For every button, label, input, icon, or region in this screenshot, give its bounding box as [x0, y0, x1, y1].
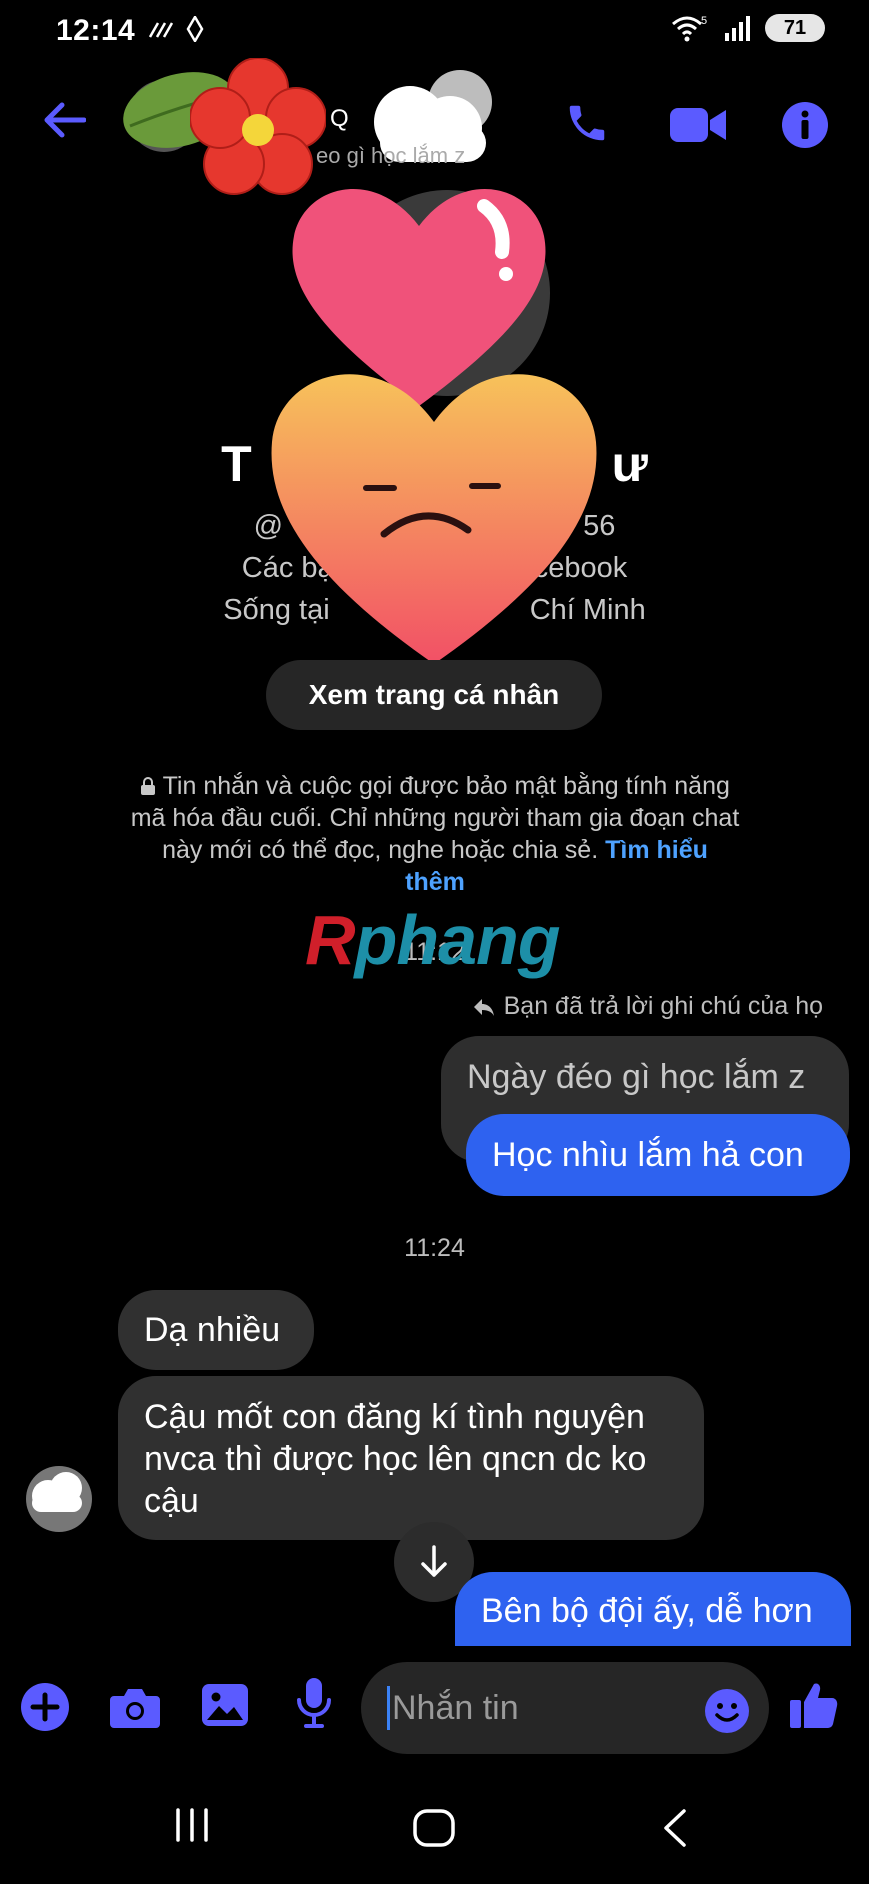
gallery-button[interactable] — [202, 1684, 248, 1731]
message-input-placeholder: Nhắn tin — [392, 1688, 519, 1727]
battery-level: 71 — [783, 16, 807, 39]
back-button[interactable] — [42, 100, 87, 145]
video-icon — [670, 108, 726, 142]
emoji-icon — [705, 1689, 749, 1733]
watermark: Rphang — [305, 901, 561, 979]
back-arrow-icon — [44, 102, 87, 138]
reply-note-text: Bạn đã trả lời ghi chú của họ — [503, 992, 823, 1020]
thumbs-up-icon — [790, 1683, 838, 1728]
nfc-icon — [186, 16, 204, 42]
encryption-notice: Tin nhắn và cuộc gọi được bảo mật bằng t… — [130, 770, 740, 898]
reply-note: Bạn đã trả lời ghi chú của họ — [472, 992, 823, 1021]
camera-icon — [110, 1689, 160, 1728]
profile-name-right: ư — [611, 436, 648, 492]
timestamp-2: 11:24 — [404, 1234, 465, 1262]
mic-icon — [297, 1678, 331, 1728]
like-button[interactable] — [790, 1680, 838, 1735]
recent-apps-button[interactable] — [172, 1808, 212, 1847]
data-activity-icon — [148, 22, 174, 38]
status-left-icons — [148, 16, 204, 42]
info-icon — [782, 102, 828, 148]
lock-icon — [141, 777, 156, 795]
signal-icon — [725, 16, 750, 41]
arrow-down-icon — [421, 1545, 447, 1577]
outgoing-message-2[interactable]: Bên bộ đội ấy, dễ hơn — [455, 1572, 851, 1646]
sad-heart-sticker — [271, 374, 597, 664]
emoji-button[interactable] — [704, 1688, 750, 1739]
phone-icon — [569, 105, 605, 141]
wifi-icon: 5 — [672, 15, 707, 42]
svg-text:5: 5 — [701, 15, 707, 27]
video-call-button[interactable] — [670, 106, 726, 149]
battery-indicator: 71 — [765, 14, 825, 42]
info-button[interactable] — [782, 102, 828, 153]
system-back-button[interactable] — [660, 1808, 690, 1853]
home-button[interactable] — [412, 1808, 456, 1853]
profile-name-left: T — [221, 436, 252, 492]
home-icon — [413, 1809, 455, 1847]
status-right: 5 71 — [671, 14, 825, 42]
incoming-message-2[interactable]: Cậu mốt con đăng kí tình nguyện nvca thì… — [118, 1376, 704, 1540]
contact-avatar[interactable] — [26, 1466, 92, 1532]
camera-button[interactable] — [110, 1686, 160, 1733]
watermark-text: phang — [354, 901, 561, 979]
outgoing-message-1[interactable]: Học nhìu lắm hả con — [466, 1114, 850, 1196]
status-time: 12:14 — [56, 14, 136, 47]
reply-icon — [473, 998, 494, 1016]
recent-apps-icon — [176, 1808, 208, 1842]
chevron-left-icon — [664, 1809, 686, 1847]
incoming-message-1[interactable]: Dạ nhiều — [118, 1290, 314, 1370]
view-profile-button[interactable]: Xem trang cá nhân — [266, 660, 602, 730]
more-actions-button[interactable] — [20, 1682, 70, 1737]
avatar-cloud-sticker — [32, 1472, 82, 1512]
header-contact-name: Q — [330, 105, 349, 132]
text-caret — [387, 1686, 390, 1730]
image-icon — [202, 1684, 248, 1726]
plus-icon — [21, 1683, 69, 1731]
voice-message-button[interactable] — [296, 1678, 332, 1733]
call-button[interactable] — [564, 100, 610, 151]
